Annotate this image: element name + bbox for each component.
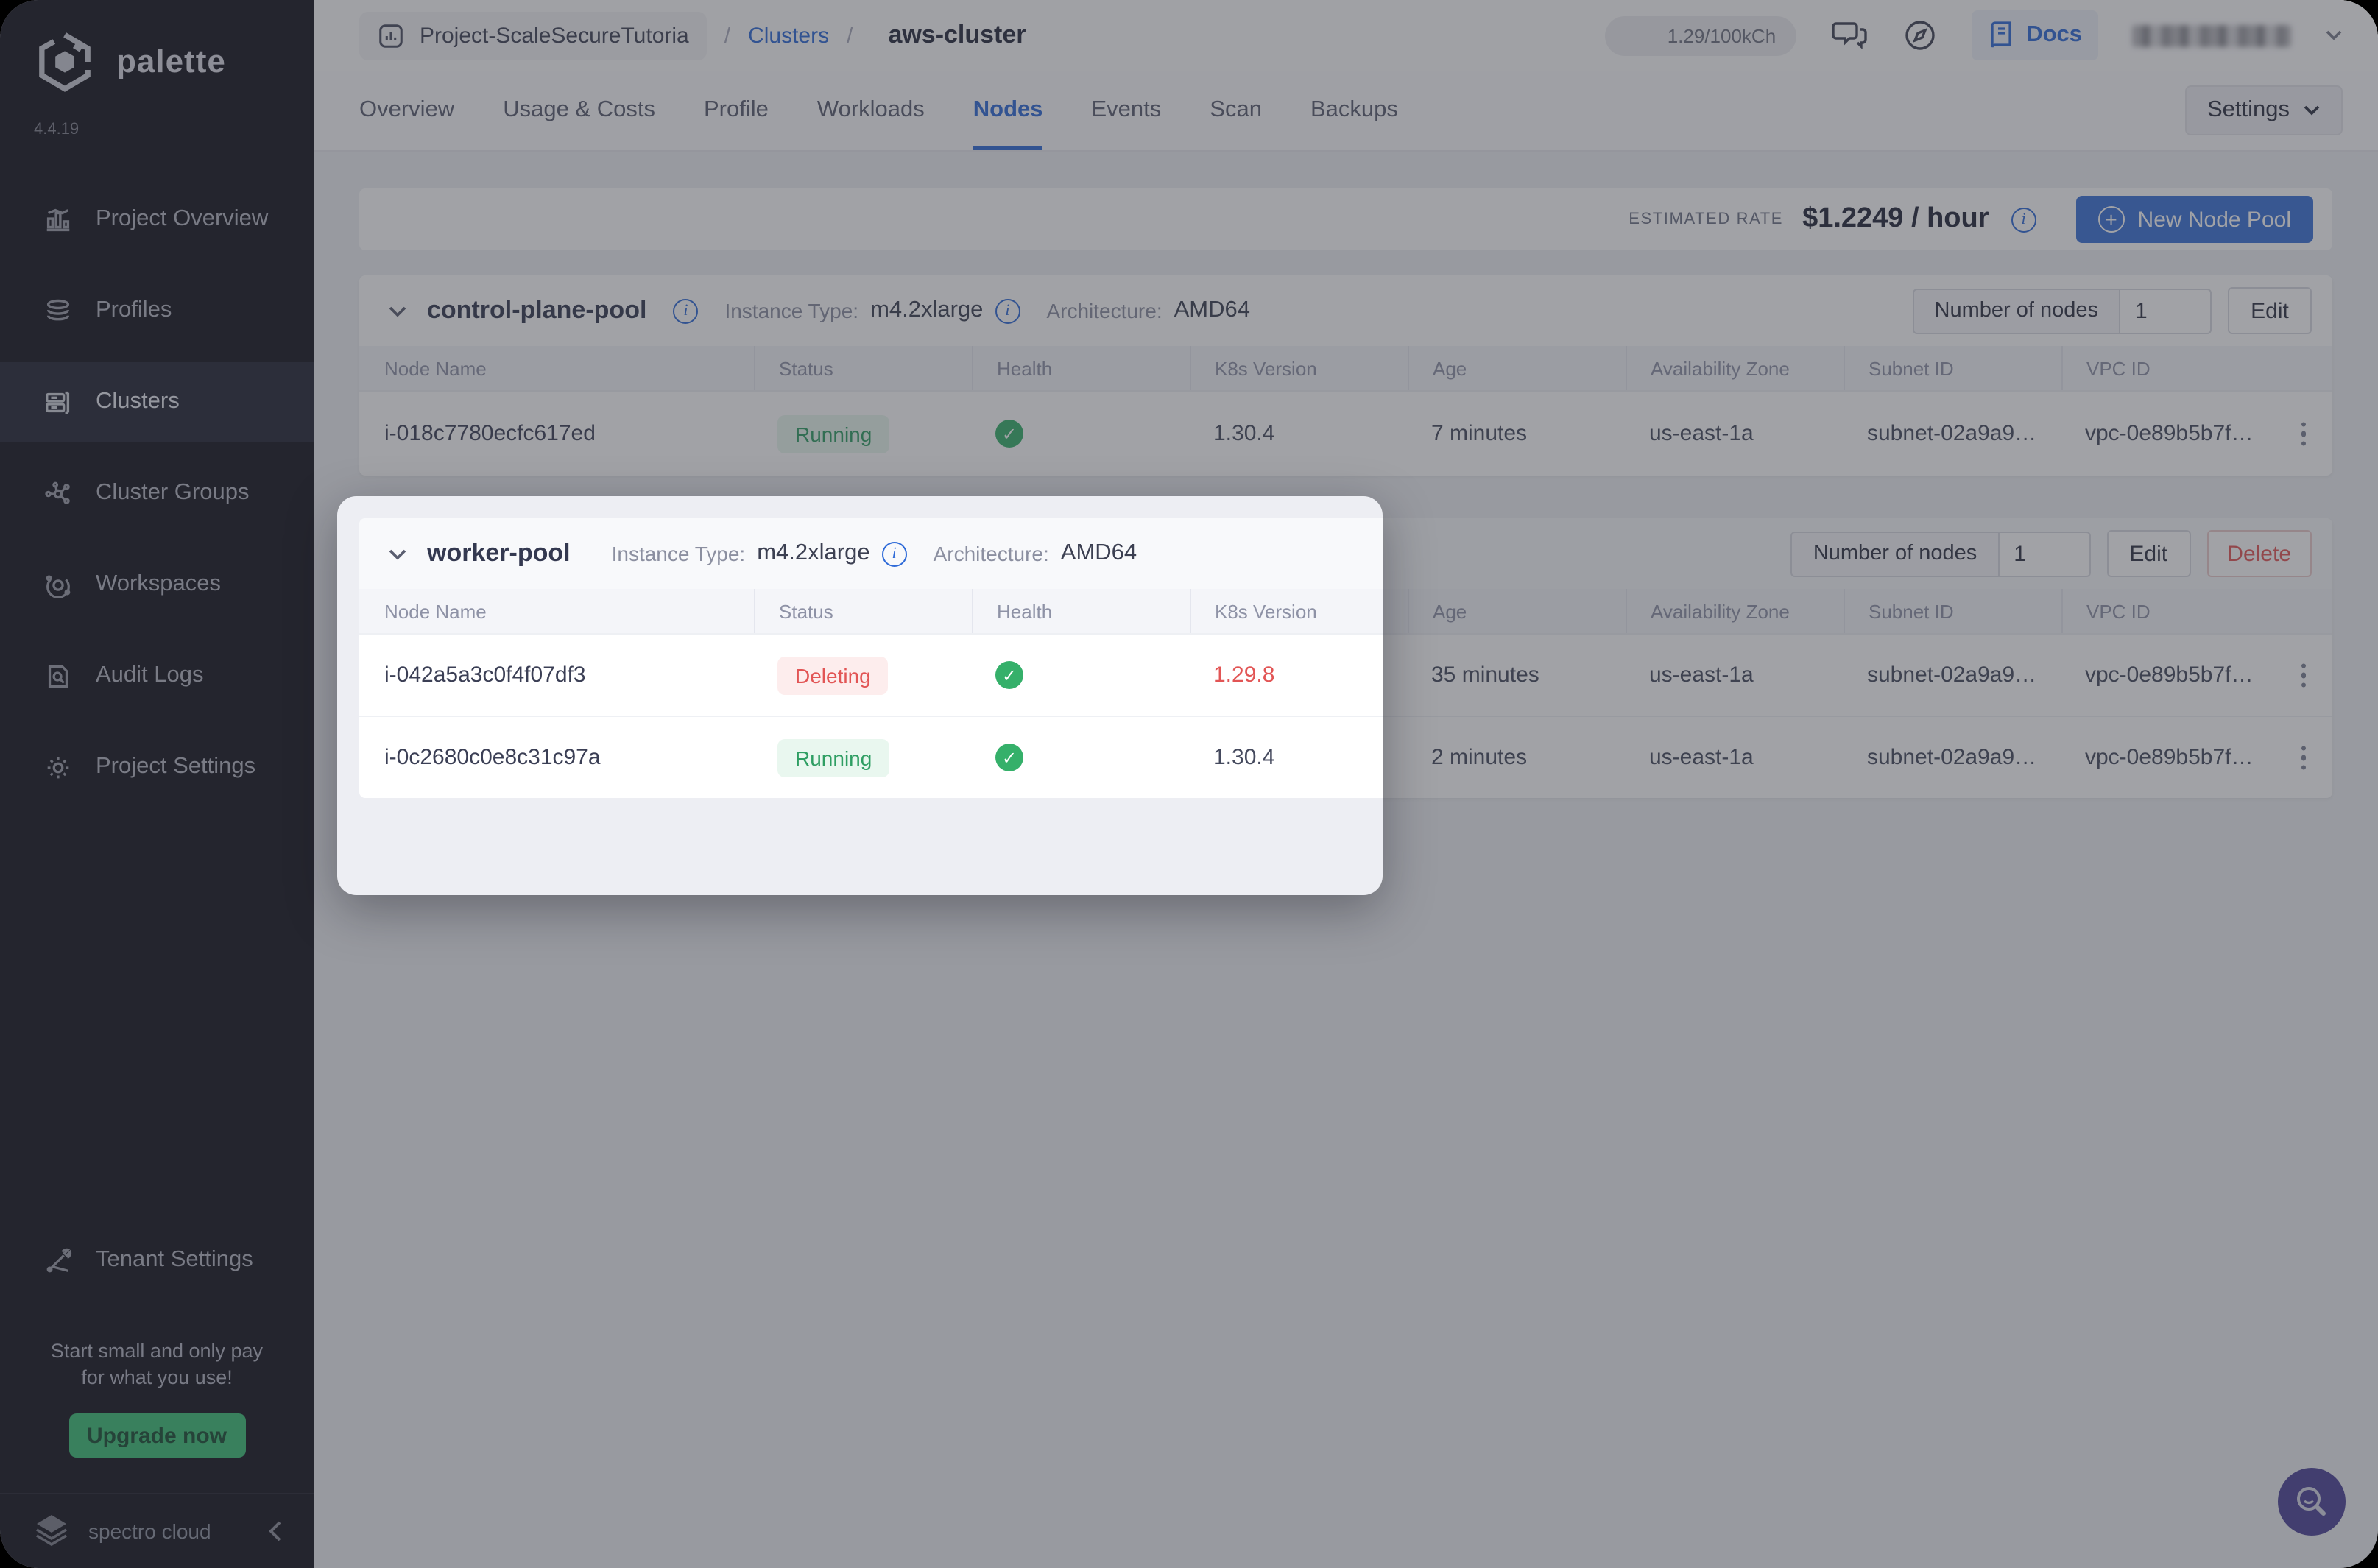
tutorial-spotlight: worker-pool Instance Type: m4.2xlarge i … <box>337 496 1383 895</box>
worker-pool-spotlight-card: worker-pool Instance Type: m4.2xlarge i … <box>359 518 1383 798</box>
instance-type-value: m4.2xlarge <box>757 540 869 567</box>
app-window: palette 4.4.19 Project Overview Profiles <box>0 0 2378 1568</box>
node-name-cell: i-042a5a3c0f4f07df3 <box>359 635 754 716</box>
health-cell: ✓ <box>972 635 1190 716</box>
k8s-version-cell: 1.30.4 <box>1190 717 1383 798</box>
info-icon[interactable]: i <box>882 541 907 566</box>
instance-type-label: Instance Type: <box>612 542 746 565</box>
collapse-pool-chevron-icon[interactable] <box>384 544 411 563</box>
status-cell: Running <box>754 717 972 798</box>
node-name-cell: i-0c2680c0e8c31c97a <box>359 717 754 798</box>
worker-pool-header: worker-pool Instance Type: m4.2xlarge i … <box>359 518 1383 589</box>
stage: palette 4.4.19 Project Overview Profiles <box>0 0 2378 1568</box>
pool-name: worker-pool <box>427 539 571 568</box>
column-header: Status <box>754 589 972 633</box>
architecture-label: Architecture: <box>934 542 1049 565</box>
column-header: Health <box>972 589 1190 633</box>
health-check-icon: ✓ <box>995 661 1023 689</box>
table-row: i-0c2680c0e8c31c97a Running ✓ 1.30.4 <box>359 716 1383 798</box>
column-header: K8s Version <box>1190 589 1383 633</box>
table-header: Node Name Status Health K8s Version Age <box>359 589 1383 633</box>
column-header: Node Name <box>359 589 754 633</box>
table-row: i-042a5a3c0f4f07df3 Deleting ✓ 1.29.8 <box>359 633 1383 716</box>
health-cell: ✓ <box>972 717 1190 798</box>
status-cell: Deleting <box>754 635 972 716</box>
health-check-icon: ✓ <box>995 744 1023 771</box>
k8s-version-cell: 1.29.8 <box>1190 635 1383 716</box>
architecture-value: AMD64 <box>1061 540 1137 567</box>
